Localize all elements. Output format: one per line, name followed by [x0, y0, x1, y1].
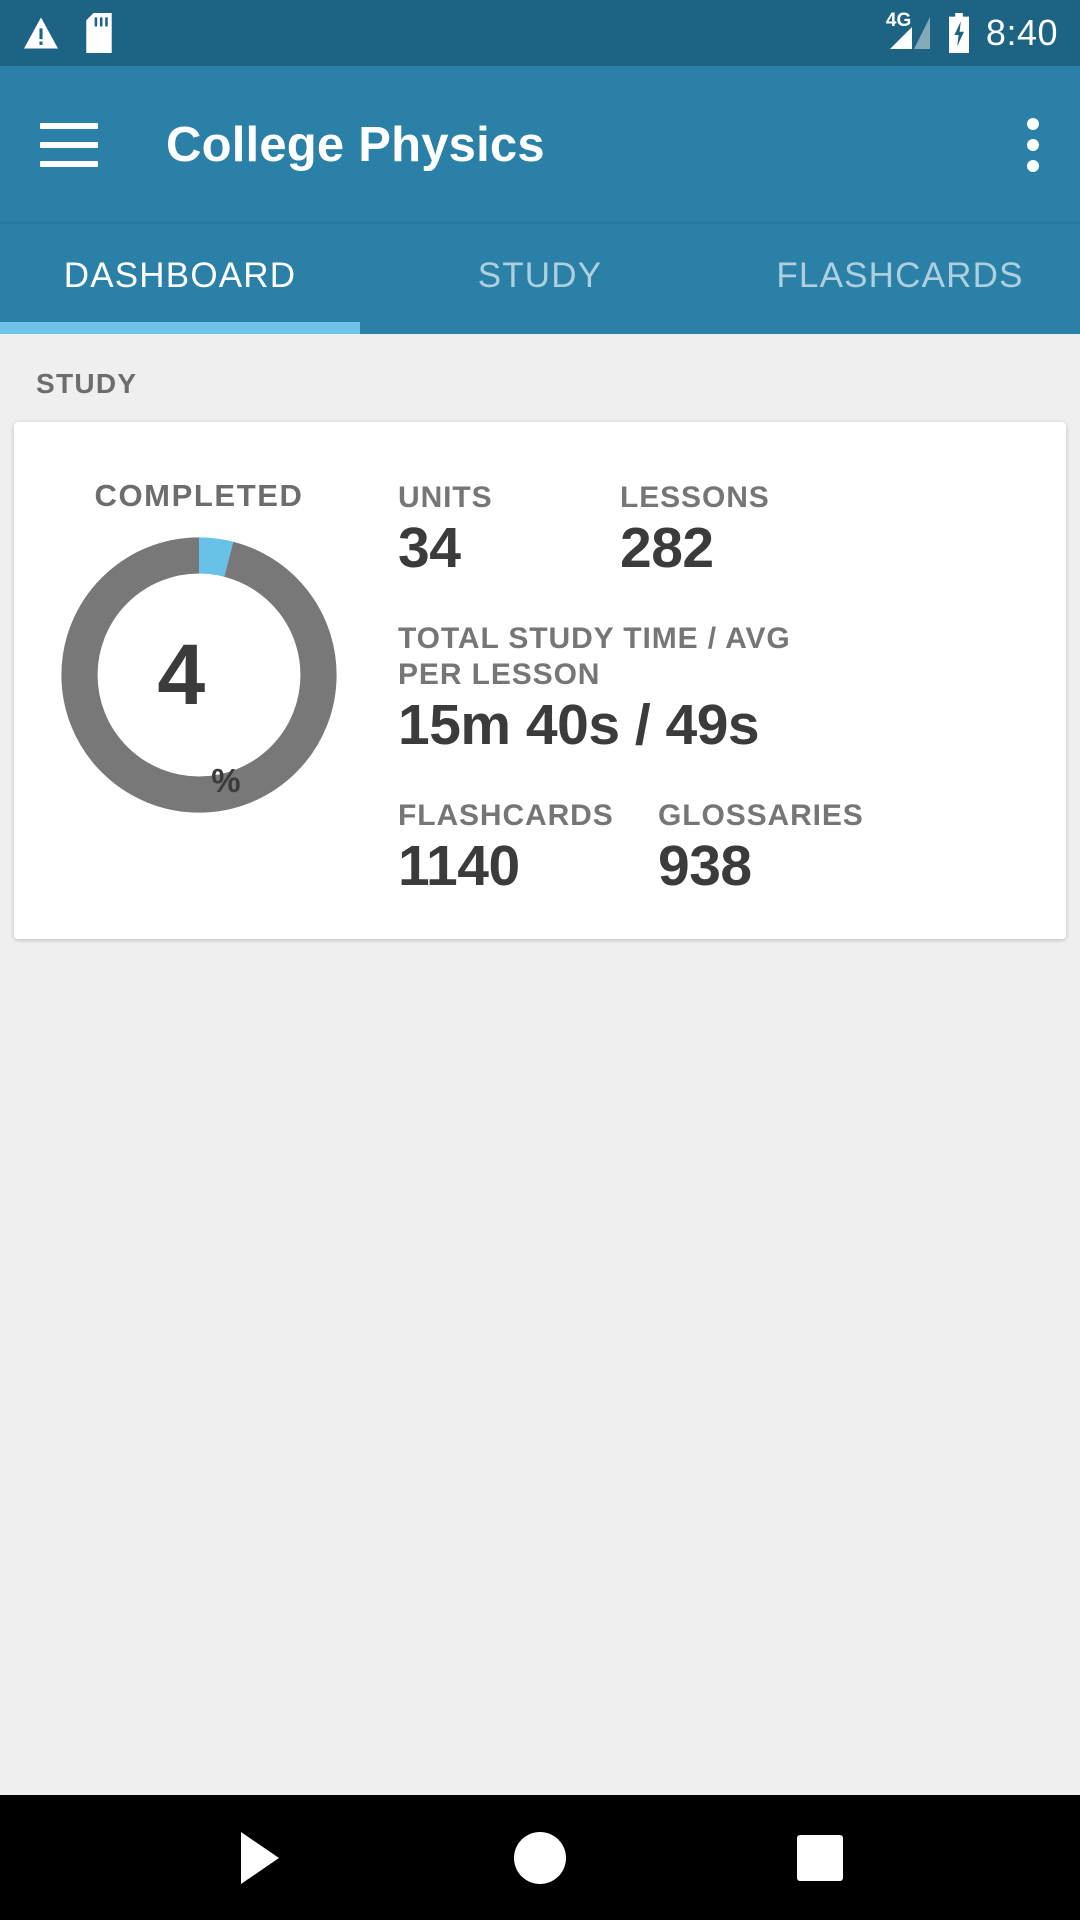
- stat-flashcards-value: 1140: [398, 834, 520, 899]
- stats-row-study-time: TOTAL STUDY TIME / AVG PER LESSON 15m 40…: [398, 621, 1036, 758]
- stat-units-value: 34: [398, 516, 461, 581]
- stats-column: UNITS 34 LESSONS 282 TOTAL STUDY TIME / …: [384, 462, 1066, 899]
- tab-study-label: STUDY: [477, 256, 603, 295]
- tab-bar: DASHBOARD STUDY FLASHCARDS: [0, 224, 1080, 334]
- battery-charging-icon: [946, 13, 972, 53]
- app-bar: College Physics: [0, 66, 1080, 224]
- stat-glossaries: GLOSSARIES 938: [658, 798, 864, 899]
- stat-lessons-value: 282: [620, 516, 714, 581]
- phone-screen: 4G 8:40 College Physics DASHBOARD STUDY …: [0, 0, 1080, 1920]
- stat-study-time: TOTAL STUDY TIME / AVG PER LESSON 15m 40…: [398, 621, 814, 758]
- status-bar-left-icons: [22, 13, 112, 53]
- overflow-menu-icon[interactable]: [1026, 118, 1040, 172]
- donut-center-value: 4 %: [60, 536, 338, 814]
- status-bar-right-icons: 4G 8:40: [886, 11, 1058, 53]
- tab-flashcards-label: FLASHCARDS: [776, 256, 1024, 295]
- signal-bars-icon: 4G: [886, 11, 932, 51]
- warning-triangle-icon: [22, 16, 60, 50]
- stat-glossaries-label: GLOSSARIES: [658, 798, 864, 832]
- study-summary-card: COMPLETED 4 % UNITS 34 LESSONS 282 TOTAL…: [14, 422, 1066, 940]
- stat-study-time-value: 15m 40s / 49s: [398, 693, 760, 757]
- sd-card-icon: [86, 13, 112, 53]
- tab-dashboard[interactable]: DASHBOARD: [0, 224, 360, 334]
- back-triangle-icon[interactable]: [200, 1795, 320, 1920]
- home-circle-icon[interactable]: [480, 1795, 600, 1920]
- stat-flashcards-label: FLASHCARDS: [398, 798, 614, 832]
- page-title: College Physics: [166, 118, 545, 172]
- completed-percent-unit: %: [211, 762, 241, 799]
- section-header-study: STUDY: [36, 368, 138, 399]
- recents-square-icon[interactable]: [760, 1795, 880, 1920]
- tab-dashboard-label: DASHBOARD: [63, 256, 297, 295]
- stat-study-time-label: TOTAL STUDY TIME / AVG PER LESSON: [398, 622, 791, 691]
- stat-lessons: LESSONS 282: [620, 480, 770, 581]
- content-area: STUDY COMPLETED 4 % UNITS 34 LESSONS 282…: [0, 334, 1080, 1795]
- hamburger-menu-icon[interactable]: [40, 123, 98, 167]
- completed-chart-title: COMPLETED: [94, 478, 304, 513]
- tab-active-indicator: [0, 322, 360, 334]
- stat-units: UNITS 34: [398, 480, 620, 581]
- completed-donut-chart: COMPLETED 4 %: [14, 462, 384, 899]
- completed-percent-value: 4: [157, 627, 205, 723]
- status-bar-clock: 8:40: [985, 12, 1058, 53]
- tab-study[interactable]: STUDY: [360, 224, 720, 334]
- donut-ring: 4 %: [60, 536, 338, 814]
- system-navigation-bar: [0, 1795, 1080, 1920]
- stats-row-flashcards-glossaries: FLASHCARDS 1140 GLOSSARIES 938: [398, 798, 1036, 899]
- stat-lessons-label: LESSONS: [620, 481, 770, 514]
- stat-glossaries-value: 938: [658, 834, 752, 899]
- stats-row-units-lessons: UNITS 34 LESSONS 282: [398, 480, 1036, 581]
- stat-flashcards: FLASHCARDS 1140: [398, 798, 658, 899]
- tab-flashcards[interactable]: FLASHCARDS: [720, 224, 1080, 334]
- status-bar: 4G 8:40: [0, 0, 1080, 66]
- stat-units-label: UNITS: [398, 481, 493, 514]
